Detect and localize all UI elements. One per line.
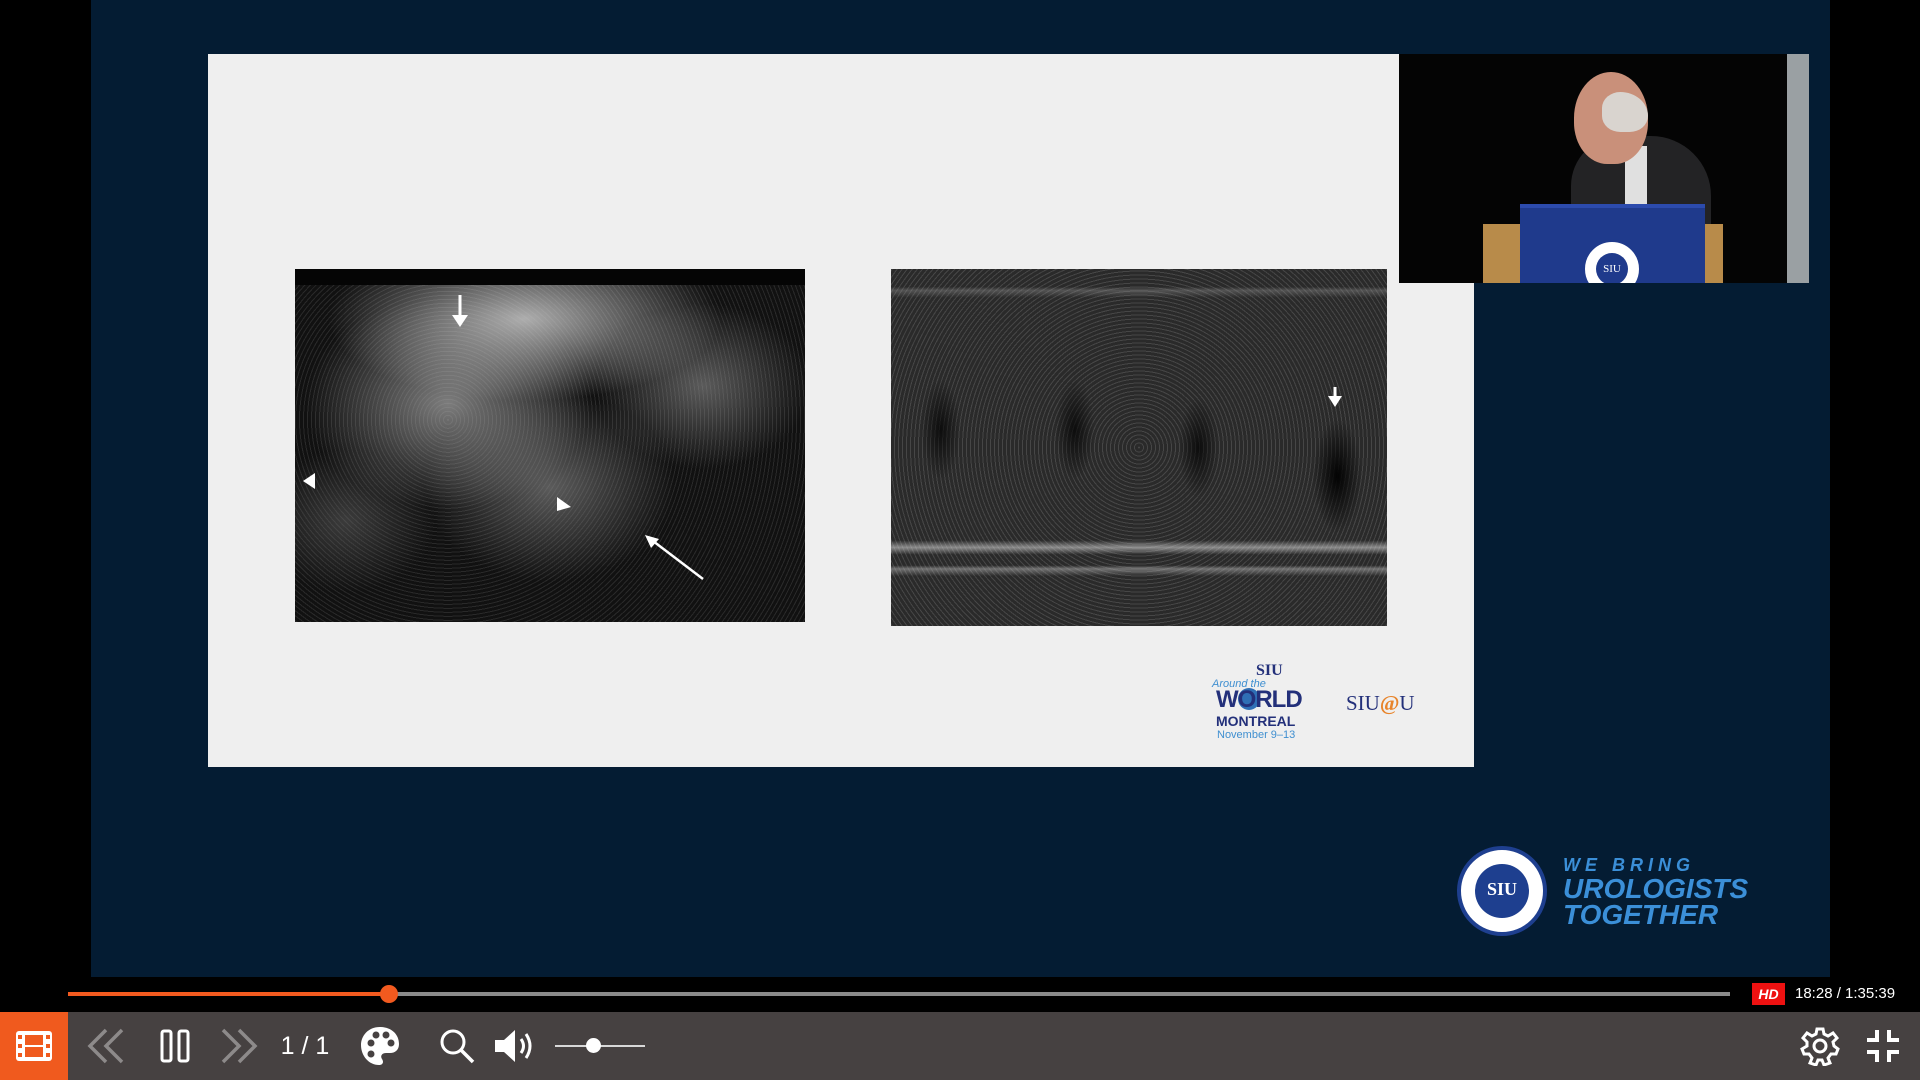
slides-toggle-button[interactable] <box>0 1012 68 1080</box>
conference-city: MONTREAL <box>1216 713 1296 729</box>
previous-icon <box>87 1028 124 1064</box>
film-strip-icon <box>16 1031 52 1061</box>
time-display: 18:28 / 1:35:39 <box>1795 985 1896 1002</box>
theme-button[interactable] <box>355 1012 405 1080</box>
ultrasound-image-left <box>295 269 805 622</box>
ultrasound-image-right <box>891 269 1387 626</box>
siu-at-u-prefix: SIU <box>1346 691 1380 715</box>
pause-button[interactable] <box>150 1012 200 1080</box>
conference-world: WORLD <box>1216 686 1303 713</box>
slide-counter: 1 / 1 <box>280 1031 330 1060</box>
conference-dates: November 9–13 <box>1217 729 1296 741</box>
podium-seal-text: SIU <box>1596 253 1628 283</box>
hd-badge[interactable]: HD <box>1752 983 1785 1005</box>
progress-fill <box>68 992 389 996</box>
stage-wall <box>1787 54 1809 283</box>
annotation-arrows <box>303 295 704 580</box>
progress-handle[interactable] <box>379 985 398 1003</box>
siu-at-u-at: @ <box>1379 691 1400 715</box>
siu-seal-text: SIU <box>1475 864 1529 918</box>
settings-button[interactable] <box>1795 1012 1845 1080</box>
zoom-button[interactable] <box>432 1012 482 1080</box>
search-icon <box>440 1029 475 1064</box>
progress-bar[interactable] <box>68 992 1730 996</box>
presentation-slide: SIU Around the WORLD MONTREAL November 9… <box>208 54 1474 767</box>
slogan-line-3: TOGETHER <box>1563 899 1719 930</box>
palette-icon <box>361 1027 399 1065</box>
volume-handle[interactable] <box>585 1038 601 1053</box>
volume-icon <box>495 1030 532 1062</box>
siu-seal-icon: SIU <box>1457 846 1547 936</box>
siu-at-u-logo: SIU@U <box>1346 691 1415 716</box>
pause-icon <box>160 1029 190 1063</box>
conference-logo: SIU Around the WORLD MONTREAL November 9… <box>1208 662 1318 742</box>
speaker-video: SIU <box>1399 54 1809 283</box>
gear-icon <box>1800 1027 1840 1066</box>
volume-button[interactable] <box>490 1012 542 1080</box>
previous-slide-button[interactable] <box>80 1012 130 1080</box>
siu-slogan: WE BRING UROLOGISTS TOGETHER <box>1563 855 1748 930</box>
next-icon <box>221 1028 258 1064</box>
exit-fullscreen-button[interactable] <box>1858 1012 1908 1080</box>
control-bar: 1 / 1 <box>0 1012 1920 1080</box>
siu-at-u-suffix: U <box>1399 691 1415 715</box>
next-slide-button[interactable] <box>215 1012 265 1080</box>
video-frame[interactable]: SIU Around the WORLD MONTREAL November 9… <box>91 0 1830 977</box>
siu-branding: SIU WE BRING UROLOGISTS TOGETHER <box>1457 841 1767 937</box>
exit-fullscreen-icon <box>1867 1030 1899 1062</box>
annotation-arrows <box>1328 387 1342 407</box>
